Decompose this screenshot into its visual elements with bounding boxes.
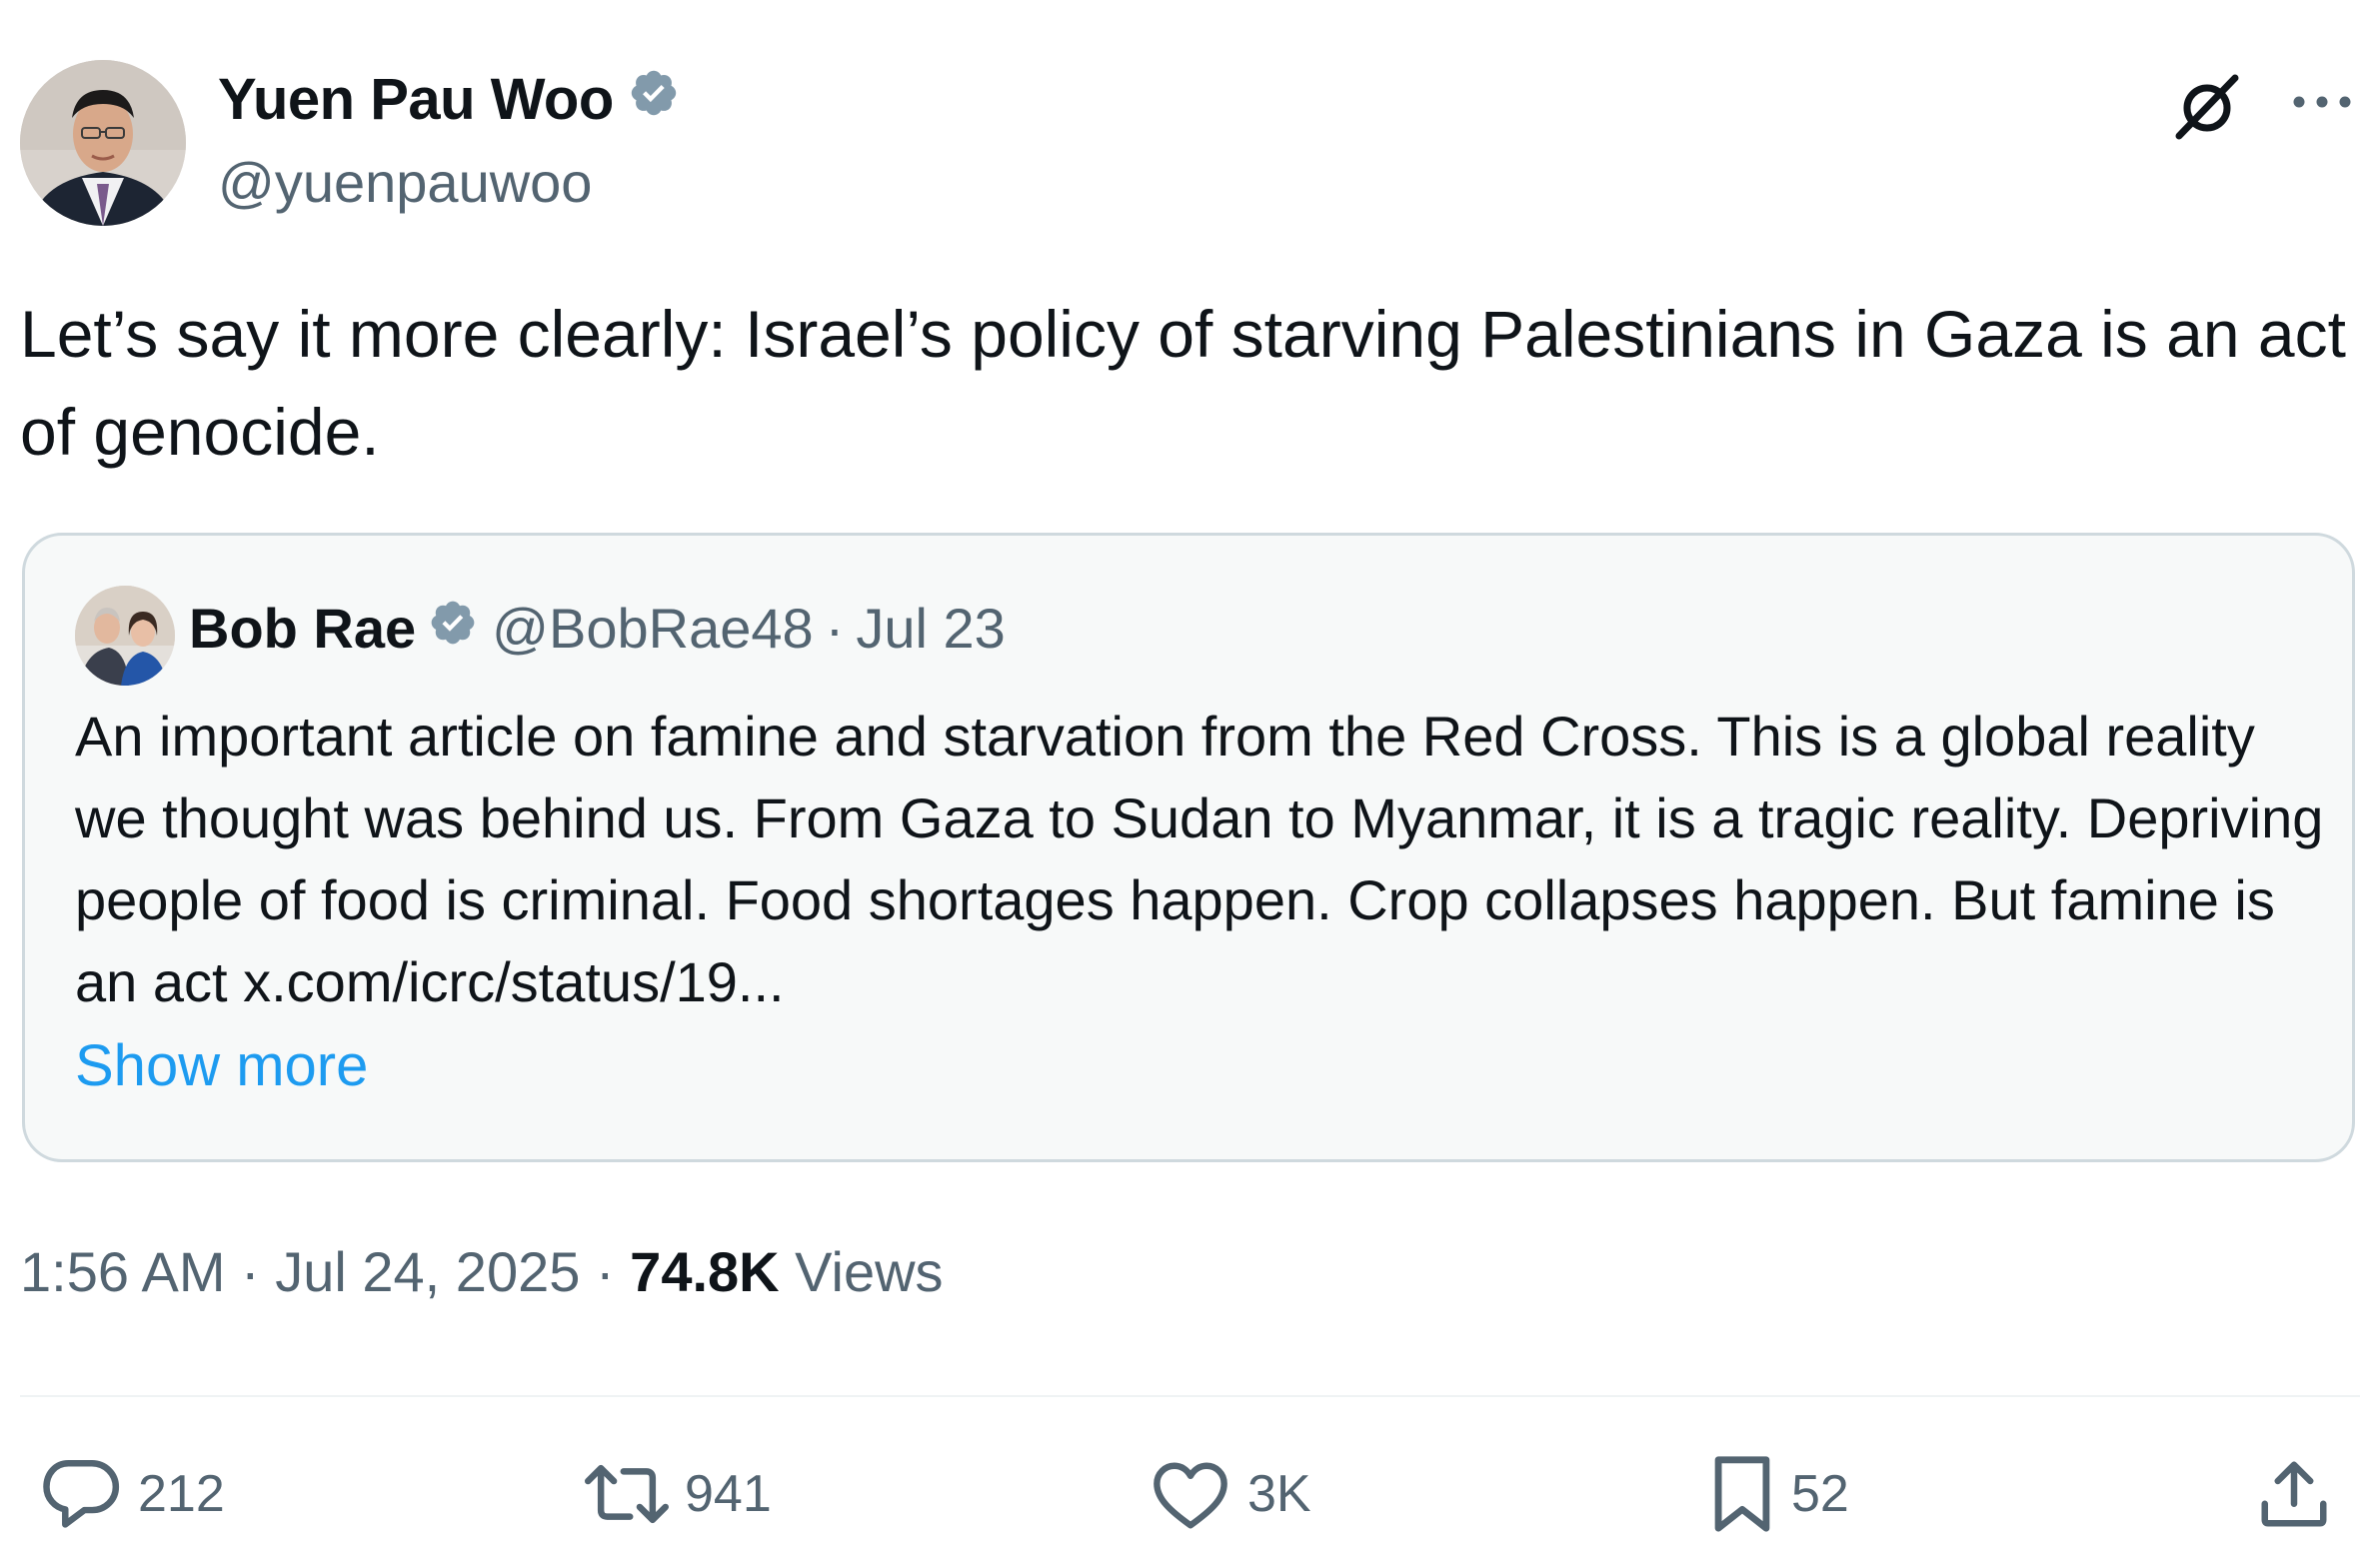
more-icon[interactable] xyxy=(2287,82,2357,122)
heart-icon xyxy=(1154,1462,1227,1529)
author-display-name[interactable]: Yuen Pau Woo xyxy=(218,66,680,133)
tweet-text: Let’s say it more clearly: Israel’s poli… xyxy=(20,297,2346,469)
share-icon xyxy=(2261,1461,2327,1527)
like-button[interactable]: 3K xyxy=(1150,1454,1311,1534)
reply-icon xyxy=(43,1460,120,1528)
quote-author-avatar[interactable] xyxy=(75,586,175,686)
quote-author-handle[interactable]: @BobRae48 xyxy=(492,596,814,661)
author-handle[interactable]: @yuenpauwoo xyxy=(218,150,592,215)
tweet-date[interactable]: Jul 24, 2025 xyxy=(275,1240,580,1303)
tweet-time[interactable]: 1:56 AM xyxy=(20,1240,225,1303)
bookmark-icon xyxy=(1714,1456,1770,1532)
tweet-meta: 1:56 AM · Jul 24, 2025 · 74.8K Views xyxy=(20,1239,944,1304)
tweet[interactable]: Yuen Pau Woo @yuenpauwoo Let’s say it mo… xyxy=(20,0,2360,1562)
reply-button[interactable]: 212 xyxy=(40,1454,225,1534)
quote-text-body: An important article on famine and starv… xyxy=(75,705,2324,1013)
author-name-text: Yuen Pau Woo xyxy=(218,67,614,132)
show-more-link[interactable]: Show more xyxy=(75,1033,368,1098)
quote-text: An important article on famine and starv… xyxy=(75,696,2324,1109)
quote-separator: · xyxy=(825,597,845,660)
bookmark-button[interactable]: 52 xyxy=(1709,1454,1849,1534)
views-label: Views xyxy=(795,1240,944,1303)
quote-author-name[interactable]: Bob Rae xyxy=(189,596,416,661)
repost-button[interactable]: 941 xyxy=(585,1454,772,1534)
meta-separator: · xyxy=(241,1240,260,1303)
divider xyxy=(20,1395,2360,1397)
reply-count: 212 xyxy=(138,1465,225,1523)
author-avatar[interactable] xyxy=(20,60,186,226)
repost-count: 941 xyxy=(685,1465,772,1523)
quote-tweet-card[interactable]: Bob Rae @BobRae48 · Jul 23 An important … xyxy=(22,533,2355,1162)
bookmark-count: 52 xyxy=(1791,1465,1849,1523)
quote-header: Bob Rae @BobRae48 · Jul 23 xyxy=(189,596,1006,661)
like-count: 3K xyxy=(1247,1465,1311,1523)
repost-icon xyxy=(585,1464,669,1524)
quote-date[interactable]: Jul 23 xyxy=(856,596,1005,661)
meta-separator: · xyxy=(595,1240,615,1303)
verified-badge-icon[interactable] xyxy=(628,66,680,133)
grok-icon[interactable] xyxy=(2169,68,2245,144)
views-count[interactable]: 74.8K xyxy=(630,1240,779,1303)
verified-badge-icon[interactable] xyxy=(428,596,478,661)
share-button[interactable] xyxy=(2255,1454,2333,1534)
